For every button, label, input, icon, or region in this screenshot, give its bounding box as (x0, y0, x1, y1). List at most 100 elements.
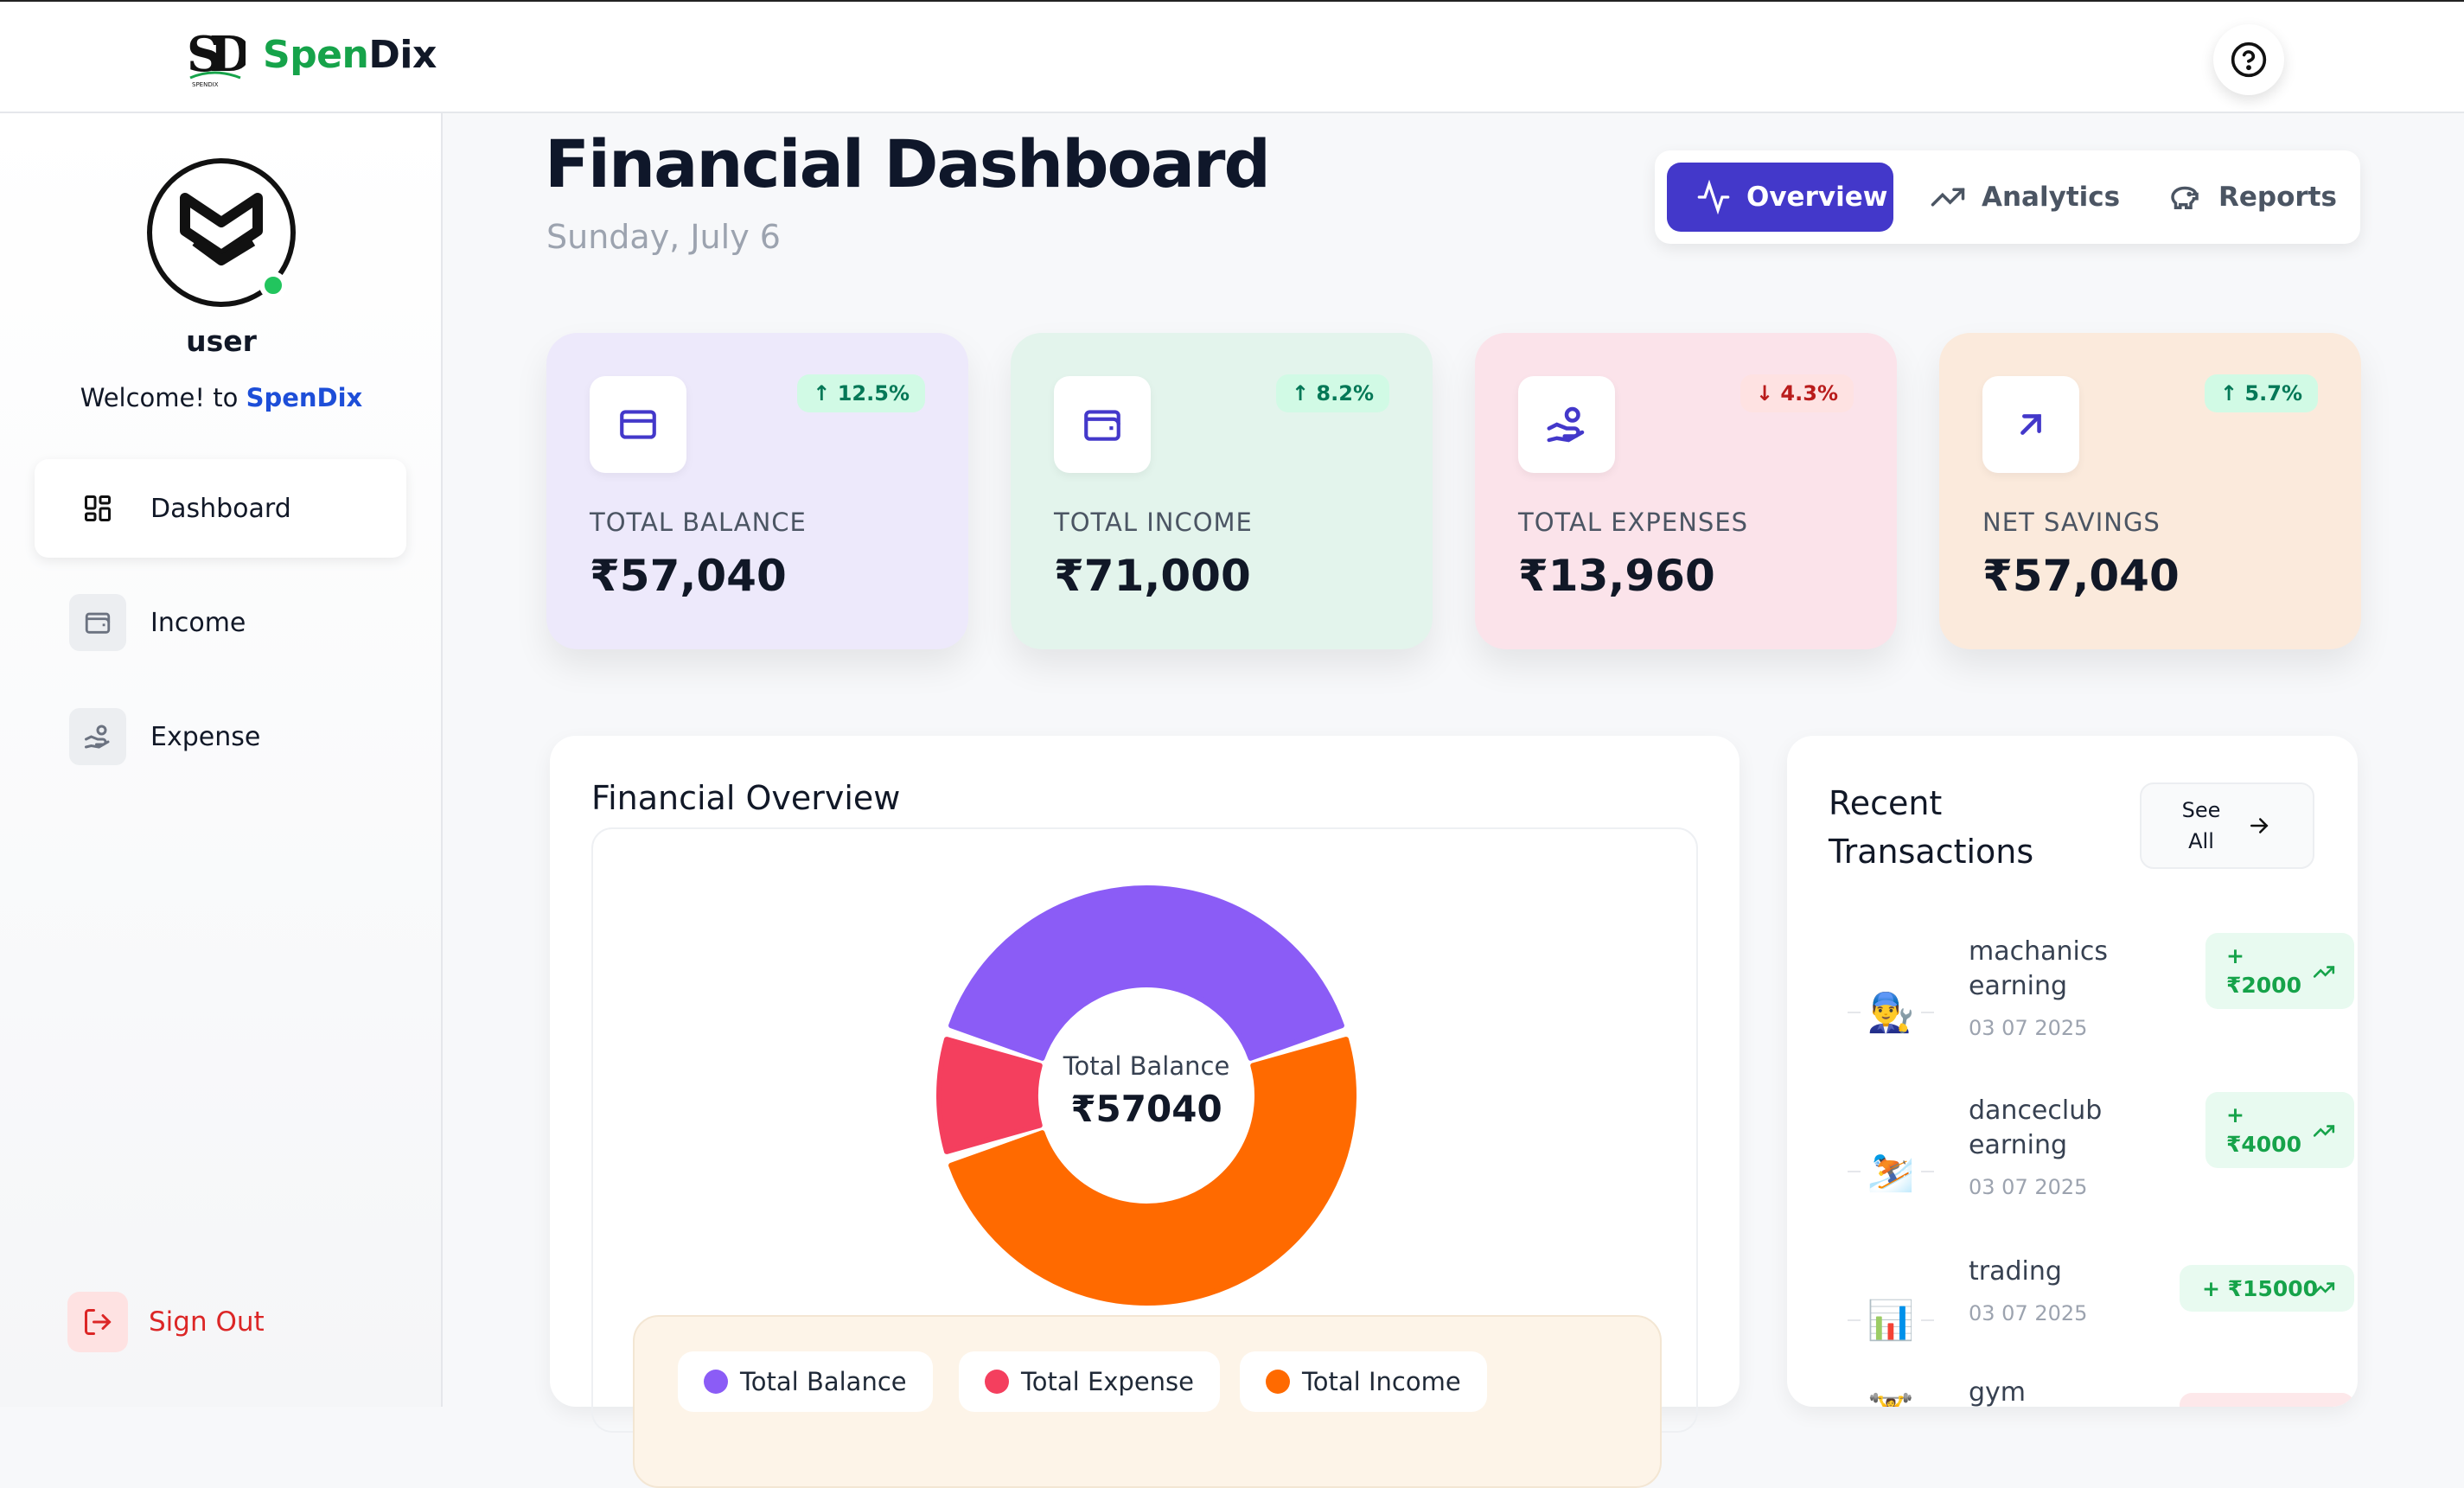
trending-up-icon (2313, 1125, 2335, 1137)
financial-overview-panel: Financial Overview Total Balance ₹57040 … (550, 736, 1739, 1488)
panel-title: Financial Overview (591, 779, 901, 817)
sidebar-item-label: Dashboard (150, 493, 291, 524)
log-out-icon (67, 1292, 128, 1352)
card-value: ₹57,040 (1982, 551, 2180, 601)
card-label: TOTAL EXPENSES (1518, 508, 1749, 537)
piggy-bank-icon (2171, 186, 2199, 209)
transaction-item[interactable]: ⛷️ danceclub earning 03 07 2025 + ₹4000 (1848, 1092, 2354, 1215)
sidebar-item-income[interactable]: Income (35, 573, 406, 672)
welcome-brand: SpenDix (246, 383, 363, 412)
chart-legend: Total Balance Total Expense Total Income (633, 1315, 1662, 1488)
card-label: NET SAVINGS (1982, 508, 2161, 537)
transaction-name: gym (1969, 1377, 2027, 1407)
help-button[interactable] (2213, 24, 2284, 95)
wallet-icon (69, 594, 126, 651)
card-value: ₹57,040 (590, 551, 787, 601)
sidebar-item-label: Expense (150, 721, 261, 752)
spendix-logo-icon: S D SPENDIX (187, 26, 246, 88)
activity-icon (1697, 180, 1730, 214)
transaction-amount: + ₹4000 (2205, 1092, 2354, 1168)
transaction-item[interactable]: 🏋️ gym (1848, 1377, 2354, 1407)
transaction-date: 03 07 2025 (1969, 1301, 2088, 1325)
transaction-amount: + ₹15000 (2180, 1265, 2354, 1312)
sidebar-item-dashboard[interactable]: Dashboard (35, 459, 406, 558)
stat-card-total-balance: ↑ 12.5% TOTAL BALANCE ₹57,040 (546, 333, 968, 649)
legend-item-total-expense[interactable]: Total Expense (959, 1351, 1221, 1412)
slice-total-expense[interactable] (936, 1037, 1043, 1154)
card-label: TOTAL INCOME (1054, 508, 1253, 537)
grid-icon (69, 480, 126, 537)
view-tabs: Overview Analytics Reports (1655, 150, 2360, 244)
tab-analytics[interactable]: Analytics (1930, 163, 2129, 232)
legend-label: Total Income (1302, 1367, 1461, 1396)
tab-label: Reports (2218, 182, 2337, 213)
slice-total-balance[interactable] (948, 885, 1344, 1061)
transaction-amount: + ₹2000 (2205, 933, 2354, 1009)
tab-reports[interactable]: Reports (2167, 163, 2348, 232)
card-value: ₹13,960 (1518, 551, 1715, 601)
recent-transactions-panel: Recent Transactions See All 👨‍🔧 machanics… (1787, 736, 2358, 1407)
see-all-label: See (2181, 798, 2221, 822)
change-badge: ↑ 12.5% (797, 374, 925, 412)
see-all-button[interactable]: See All (2140, 782, 2314, 869)
avatar-logo-icon (180, 193, 263, 265)
change-badge: ↑ 5.7% (2204, 374, 2318, 412)
panel-title: Recent Transactions (1829, 784, 2034, 871)
legend-dot (704, 1370, 728, 1394)
trending-up-icon (1931, 188, 1965, 207)
brand-name: SpenDix (263, 33, 437, 77)
legend-dot (985, 1370, 1009, 1394)
chart-container: Total Balance ₹57040 Total Balance Total… (591, 827, 1698, 1488)
see-all-label: All (2188, 829, 2214, 853)
stat-card-total-income: ↑ 8.2% TOTAL INCOME ₹71,000 (1011, 333, 1433, 649)
brand-spen: Spen (263, 33, 369, 77)
sign-out-button[interactable]: Sign Out (67, 1292, 265, 1352)
card-label: TOTAL BALANCE (590, 508, 807, 537)
card-value: ₹71,000 (1054, 551, 1251, 601)
username: user (186, 324, 257, 358)
credit-card-icon (590, 376, 686, 473)
hand-coins-icon (69, 708, 126, 765)
transaction-item[interactable]: 👨‍🔧 machanics earning 03 07 2025 + ₹2000 (1848, 933, 2354, 1056)
help-circle-icon (2231, 42, 2267, 78)
legend-label: Total Balance (740, 1367, 907, 1396)
chart-center-value: ₹57040 (1070, 1088, 1222, 1130)
svg-text:SPENDIX: SPENDIX (192, 81, 219, 88)
welcome-prefix: Welcome! to (80, 383, 246, 412)
transaction-amount (2180, 1393, 2354, 1407)
transaction-emoji-icon: ⛷️ (1848, 1146, 1934, 1197)
legend-item-total-balance[interactable]: Total Balance (678, 1351, 933, 1412)
transaction-item[interactable]: 📊 trading 03 07 2025 + ₹15000 (1848, 1255, 2354, 1343)
tab-label: Overview (1746, 182, 1888, 213)
transaction-name: danceclub earning (1969, 1095, 2103, 1160)
legend-label: Total Expense (1021, 1367, 1195, 1396)
transaction-emoji-icon: 👨‍🔧 (1848, 987, 1934, 1038)
transaction-name: machanics earning (1969, 936, 2108, 1001)
page-title: Financial Dashboard (545, 125, 1271, 202)
sidebar-item-label: Income (150, 607, 246, 638)
sidebar-item-expense[interactable]: Expense (35, 687, 406, 786)
transaction-date: 03 07 2025 (1969, 1016, 2088, 1040)
legend-item-total-income[interactable]: Total Income (1240, 1351, 1487, 1412)
welcome-message: Welcome! to SpenDix (0, 383, 443, 412)
chart-center-label: Total Balance (1063, 1051, 1230, 1081)
transaction-name: trading (1969, 1256, 2062, 1287)
trending-up-icon (2313, 966, 2335, 978)
brand-dix: Dix (368, 33, 437, 77)
tab-overview[interactable]: Overview (1667, 163, 1893, 232)
sign-out-label: Sign Out (149, 1306, 265, 1338)
trending-up-icon (2313, 1282, 2335, 1294)
sidebar: user Welcome! to SpenDix Dashboard Incom… (0, 113, 443, 1407)
stat-card-total-expenses: ↓ 4.3% TOTAL EXPENSES ₹13,960 (1475, 333, 1897, 649)
wallet-icon (1054, 376, 1151, 473)
transaction-emoji-icon: 📊 (1848, 1294, 1934, 1346)
transaction-emoji-icon: 🏋️ (1848, 1388, 1934, 1407)
online-status-dot (259, 271, 287, 299)
hand-coins-icon (1518, 376, 1615, 473)
change-badge: ↓ 4.3% (1739, 374, 1854, 412)
stat-card-net-savings: ↑ 5.7% NET SAVINGS ₹57,040 (1939, 333, 2361, 649)
page-date: Sunday, July 6 (546, 218, 781, 256)
tab-label: Analytics (1982, 182, 2121, 213)
arrow-up-right-icon (1982, 376, 2079, 473)
change-badge: ↑ 8.2% (1275, 374, 1389, 412)
